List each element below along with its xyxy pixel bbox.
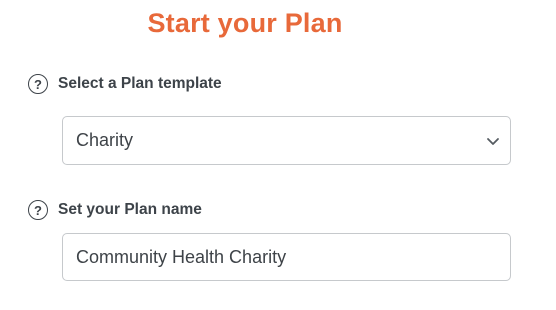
plan-template-selected-value: Charity xyxy=(76,130,134,150)
plan-name-input[interactable] xyxy=(62,233,511,281)
template-field-label: Select a Plan template xyxy=(58,75,222,92)
page-title: Start your Plan xyxy=(147,8,343,38)
question-circle-icon[interactable]: ? xyxy=(28,74,48,94)
name-field-label: Set your Plan name xyxy=(58,201,202,218)
plan-template-select[interactable]: Charity xyxy=(62,116,511,165)
question-circle-icon[interactable]: ? xyxy=(28,200,48,220)
name-field-label-row: ? Set your Plan name xyxy=(28,200,202,220)
chevron-down-icon xyxy=(487,137,499,145)
template-field-label-row: ? Select a Plan template xyxy=(28,74,222,94)
